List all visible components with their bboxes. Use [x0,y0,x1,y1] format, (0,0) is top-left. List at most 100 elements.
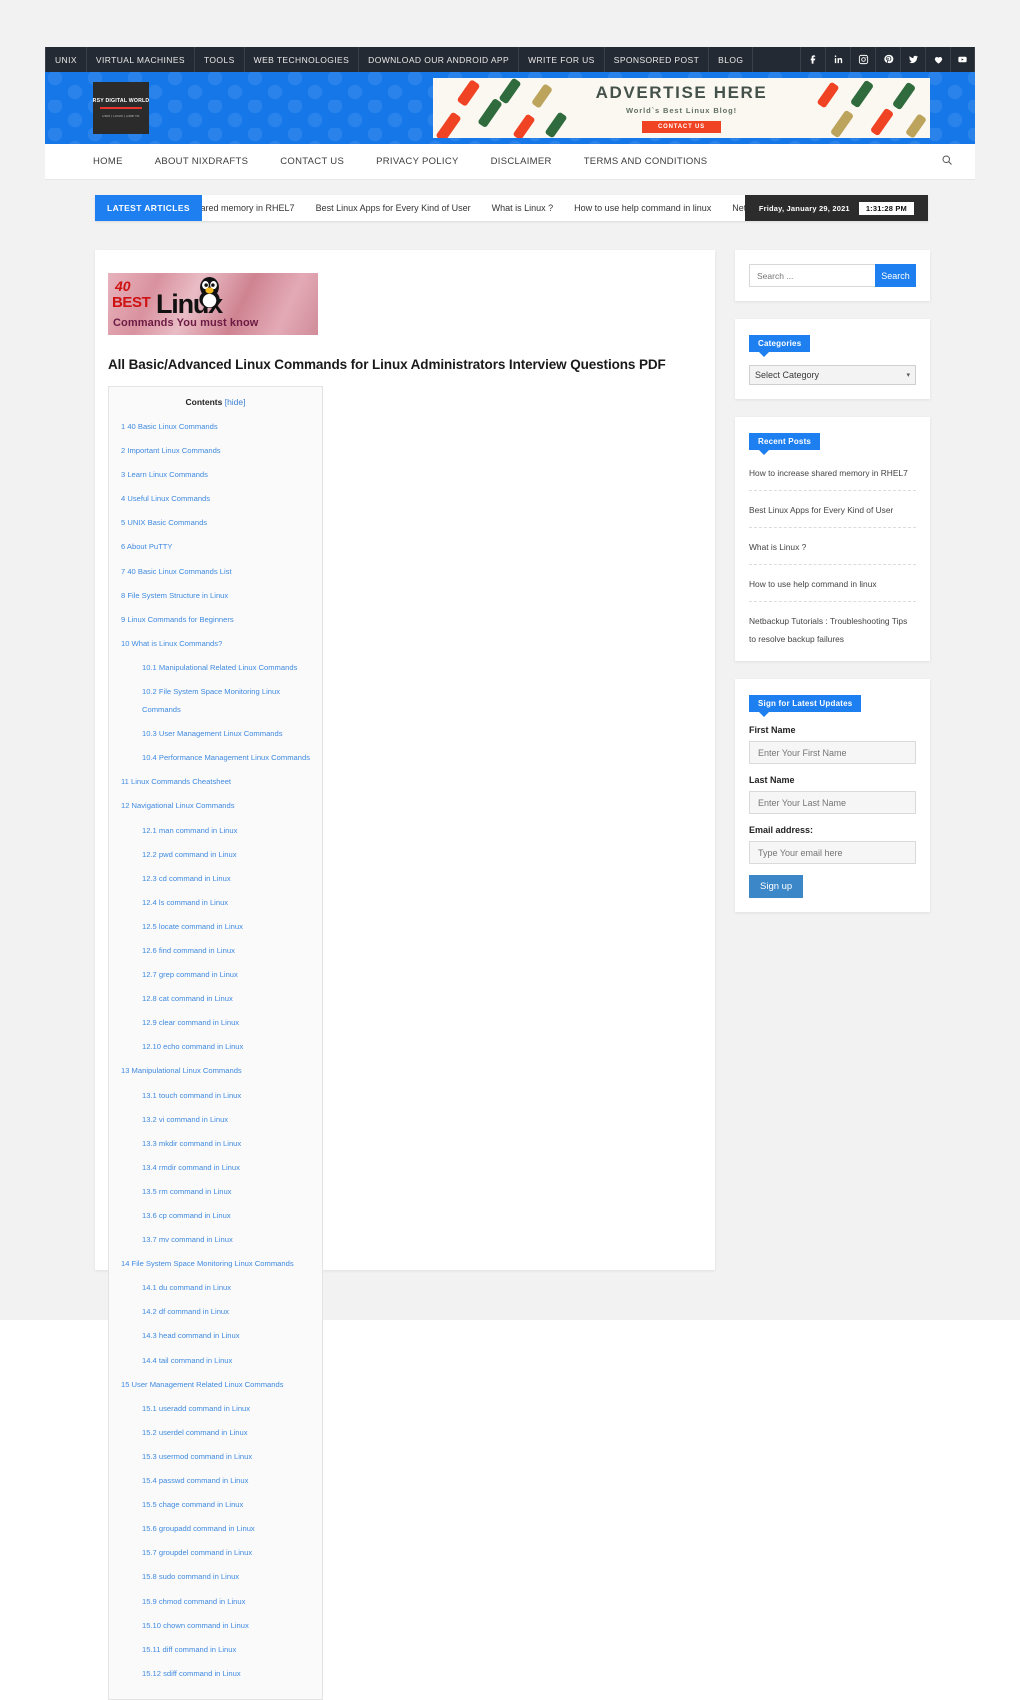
toc-link-9[interactable]: 10 What is Linux Commands? [121,639,222,648]
main-menu-item-5[interactable]: TERMS AND CONDITIONS [568,156,724,167]
ticker-item-2[interactable]: What is Linux ? [492,203,554,213]
facebook-icon[interactable] [800,47,825,72]
toc-link-28[interactable]: 13.2 vi command in Linux [142,1115,228,1124]
top-menu-item-1[interactable]: VIRTUAL MACHINES [87,47,195,72]
recent-post-link-3[interactable]: How to use help command in linux [749,579,877,589]
signup-widget: Sign for Latest Updates First Name Last … [735,679,930,912]
toc-link-6[interactable]: 7 40 Basic Linux Commands List [121,567,232,576]
toc-link-43[interactable]: 15.4 passwd command in Linux [142,1476,248,1485]
twitter-icon[interactable] [900,47,925,72]
signup-button[interactable]: Sign up [749,875,804,898]
toc-link-44[interactable]: 15.5 chage command in Linux [142,1500,243,1509]
toc-link-29[interactable]: 13.3 mkdir command in Linux [142,1139,241,1148]
toc-link-35[interactable]: 14.1 du command in Linux [142,1283,231,1292]
top-menu-item-6[interactable]: SPONSORED POST [605,47,710,72]
pinterest-icon[interactable] [875,47,900,72]
linkedin-icon[interactable] [825,47,850,72]
main-menu-item-4[interactable]: DISCLAIMER [475,156,568,167]
recent-post-link-0[interactable]: How to increase shared memory in RHEL7 [749,468,908,478]
toc-link-42[interactable]: 15.3 usermod command in Linux [142,1452,252,1461]
top-menu-item-0[interactable]: UNIX [45,47,87,72]
main-menu-item-2[interactable]: CONTACT US [264,156,360,167]
top-menu-item-4[interactable]: DOWNLOAD OUR ANDROID APP [359,47,520,72]
toc-link-45[interactable]: 15.6 groupadd command in Linux [142,1524,255,1533]
toc-link-16[interactable]: 12.1 man command in Linux [142,826,237,835]
search-icon[interactable] [941,153,953,171]
main-menu-item-0[interactable]: HOME [77,156,139,167]
top-menu-item-5[interactable]: WRITE FOR US [519,47,605,72]
toc-link-4[interactable]: 5 UNIX Basic Commands [121,518,207,528]
toc-link-23[interactable]: 12.8 cat command in Linux [142,994,233,1003]
toc-link-37[interactable]: 14.3 head command in Linux [142,1331,240,1341]
toc-link-50[interactable]: 15.11 diff command in Linux [142,1645,236,1654]
toc-link-47[interactable]: 15.8 sudo command in Linux [142,1572,239,1582]
toc-link-41[interactable]: 15.2 userdel command in Linux [142,1428,248,1437]
first-name-field[interactable] [749,741,916,764]
toc-link-33[interactable]: 13.7 mv command in Linux [142,1235,233,1244]
heart-icon[interactable] [925,47,950,72]
toc-link-25[interactable]: 12.10 echo command in Linux [142,1042,243,1051]
toc-link-30[interactable]: 13.4 rmdir command in Linux [142,1163,240,1172]
toc-link-51[interactable]: 15.12 sdiff command in Linux [142,1669,241,1678]
toc-link-21[interactable]: 12.6 find command in Linux [142,946,235,955]
ad-contact-button[interactable]: CONTACT US [642,121,721,133]
toc-link-12[interactable]: 10.3 User Management Linux Commands [142,729,283,738]
toc-link-19[interactable]: 12.4 ls command in Linux [142,898,228,907]
ticker-item-1[interactable]: Best Linux Apps for Every Kind of User [316,203,471,213]
advertise-banner[interactable]: ADVERTISE HERE World`s Best Linux Blog! … [433,78,930,138]
toc-link-14[interactable]: 11 Linux Commands Cheatsheet [121,777,231,786]
search-button[interactable]: Search [875,264,916,287]
recent-post-link-1[interactable]: Best Linux Apps for Every Kind of User [749,505,893,515]
toc-link-34[interactable]: 14 File System Space Monitoring Linux Co… [121,1259,294,1268]
toc-link-32[interactable]: 13.6 cp command in Linux [142,1211,231,1220]
top-menu-item-2[interactable]: TOOLS [195,47,245,72]
toc-link-13[interactable]: 10.4 Performance Management Linux Comman… [142,753,310,762]
toc-link-20[interactable]: 12.5 locate command in Linux [142,922,243,931]
toc-link-39[interactable]: 15 User Management Related Linux Command… [121,1380,284,1389]
youtube-icon[interactable] [950,47,975,72]
top-menu-item-3[interactable]: WEB TECHNOLOGIES [245,47,360,72]
toc-link-46[interactable]: 15.7 groupdel command in Linux [142,1548,252,1557]
toc-hide-toggle[interactable]: [hide] [225,397,246,407]
toc-link-27[interactable]: 13.1 touch command in Linux [142,1091,241,1100]
toc-link-36[interactable]: 14.2 df command in Linux [142,1307,229,1317]
category-select[interactable]: Select Category ▾ [749,365,916,385]
featured-image[interactable]: 40 BEST Linux Commands You must know [108,273,318,335]
main-menu-item-1[interactable]: ABOUT NIXDRAFTS [139,156,265,167]
ticker-track[interactable]: How to increase shared memory in RHEL7 Be… [202,195,745,221]
top-menu-item-7[interactable]: BLOG [709,47,754,72]
site-logo[interactable]: RSY DIGITAL WORLD UNIX | LINUX | HOW TO [93,82,149,134]
toc-link-7[interactable]: 8 File System Structure in Linux [121,591,228,600]
toc-link-3[interactable]: 4 Useful Linux Commands [121,494,210,503]
toc-link-38[interactable]: 14.4 tail command in Linux [142,1356,232,1365]
recent-post-link-4[interactable]: Netbackup Tutorials : Troubleshooting Ti… [749,616,907,644]
ticker-item-3[interactable]: How to use help command in linux [574,203,711,213]
toc-link-22[interactable]: 12.7 grep command in Linux [142,970,238,979]
toc-link-0[interactable]: 1 40 Basic Linux Commands [121,422,218,431]
toc-link-11[interactable]: 10.2 File System Space Monitoring Linux … [142,687,280,714]
ticker-item-4[interactable]: Netbackup Tutorials : Troubleshooting Ti… [732,203,745,213]
toc-link-1[interactable]: 2 Important Linux Commands [121,446,221,455]
toc-link-5[interactable]: 6 About PuTTY [121,542,173,552]
toc-link-2[interactable]: 3 Learn Linux Commands [121,470,208,479]
toc-link-31[interactable]: 13.5 rm command in Linux [142,1187,231,1196]
toc-link-8[interactable]: 9 Linux Commands for Beginners [121,615,234,624]
toc-link-24[interactable]: 12.9 clear command in Linux [142,1018,239,1027]
toc-link-40[interactable]: 15.1 useradd command in Linux [142,1404,250,1413]
toc-link-15[interactable]: 12 Navigational Linux Commands [121,801,235,811]
toc-link-26[interactable]: 13 Manipulational Linux Commands [121,1066,242,1076]
toc-link-49[interactable]: 15.10 chown command in Linux [142,1621,249,1630]
last-name-field[interactable] [749,791,916,814]
main-menu-item-3[interactable]: PRIVACY POLICY [360,156,475,167]
instagram-icon[interactable] [850,47,875,72]
email-field[interactable] [749,841,916,864]
ticker-item-0[interactable]: How to increase shared memory in RHEL7 [202,203,295,213]
toc-link-17[interactable]: 12.2 pwd command in Linux [142,850,237,859]
toc-link-10[interactable]: 10.1 Manipulational Related Linux Comman… [142,663,297,672]
toc-item: 9 Linux Commands for Beginners [121,609,310,627]
recent-post-link-2[interactable]: What is Linux ? [749,542,806,552]
toc-link-18[interactable]: 12.3 cd command in Linux [142,874,231,883]
search-widget: Search [735,250,930,301]
toc-link-48[interactable]: 15.9 chmod command in Linux [142,1597,245,1606]
search-input[interactable] [749,264,875,287]
